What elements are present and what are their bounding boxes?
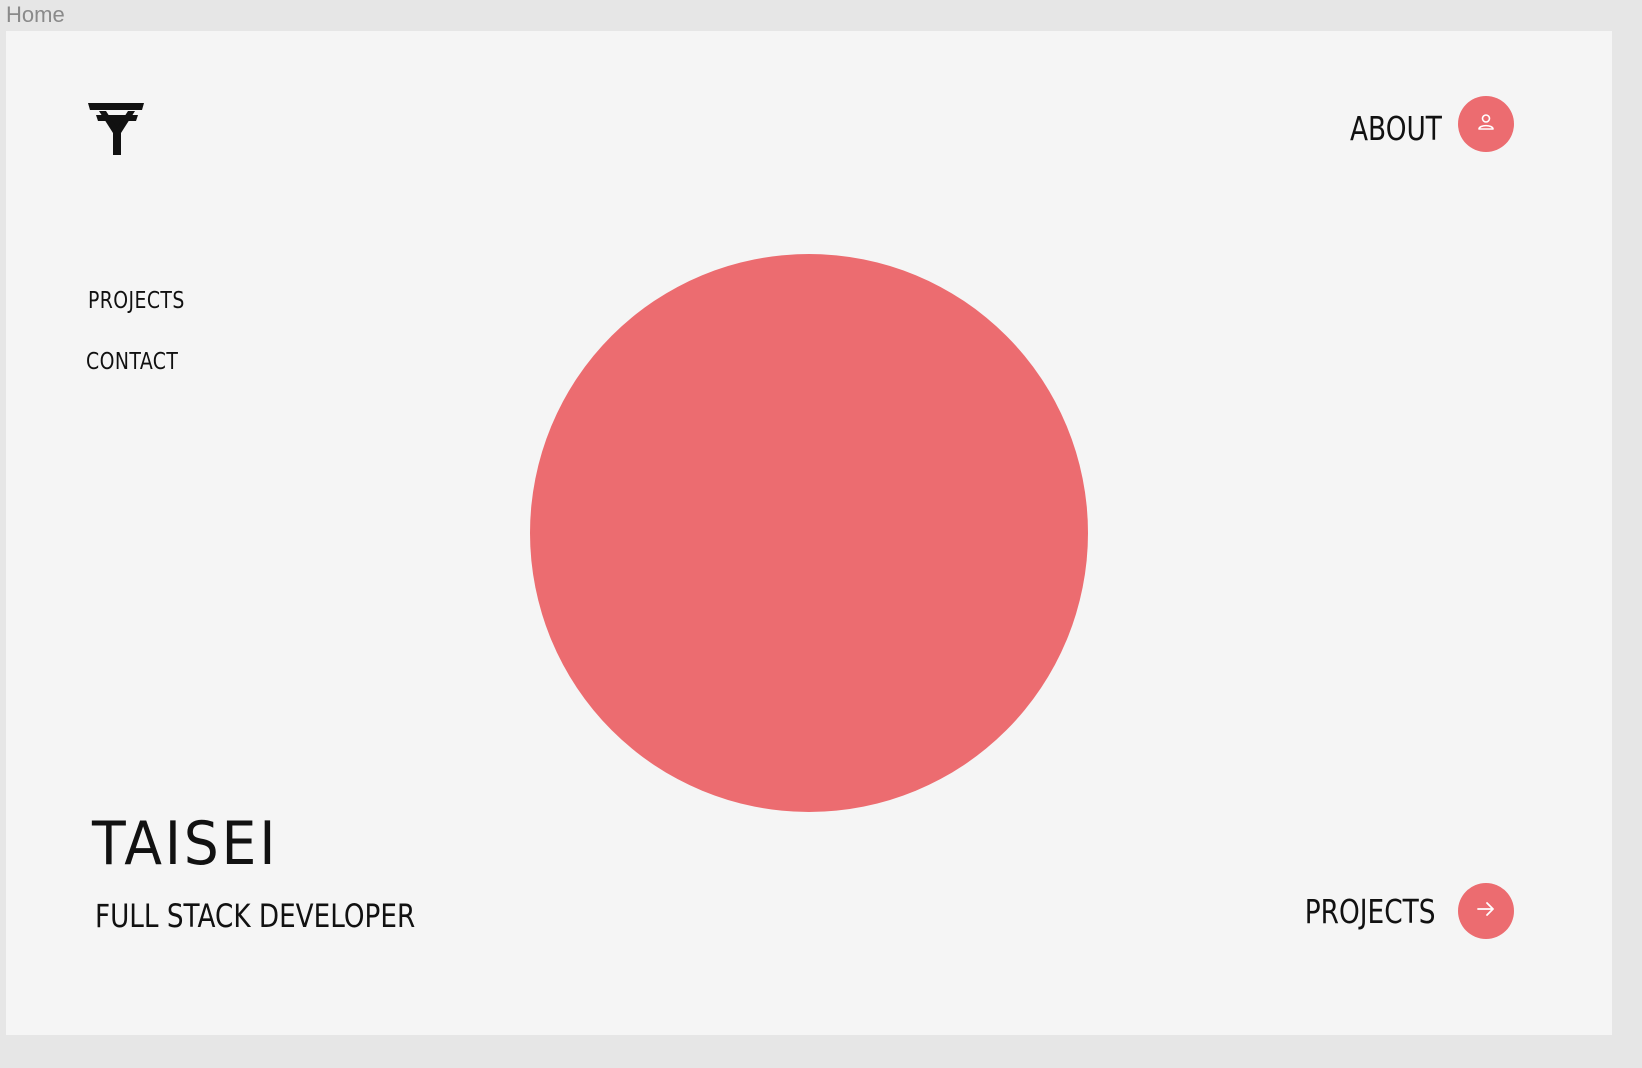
home-page: PROJECTS CONTACT ABOUT TAISEI FULL STACK… — [6, 31, 1612, 1035]
about-link[interactable]: ABOUT — [1350, 109, 1442, 148]
t-monogram-logo-icon[interactable] — [86, 101, 148, 157]
about-button[interactable] — [1458, 96, 1514, 152]
frame-label: Home — [6, 2, 65, 27]
arrow-right-icon — [1475, 898, 1497, 925]
projects-cta-button[interactable] — [1458, 883, 1514, 939]
projects-cta-link[interactable]: PROJECTS — [1305, 892, 1436, 931]
hero-name: TAISEI — [92, 809, 279, 879]
user-icon — [1476, 112, 1496, 137]
nav-link-projects[interactable]: PROJECTS — [88, 288, 185, 314]
nav-link-contact[interactable]: CONTACT — [86, 349, 178, 375]
hero-circle — [530, 254, 1088, 812]
hero-subtitle: FULL STACK DEVELOPER — [95, 897, 416, 935]
